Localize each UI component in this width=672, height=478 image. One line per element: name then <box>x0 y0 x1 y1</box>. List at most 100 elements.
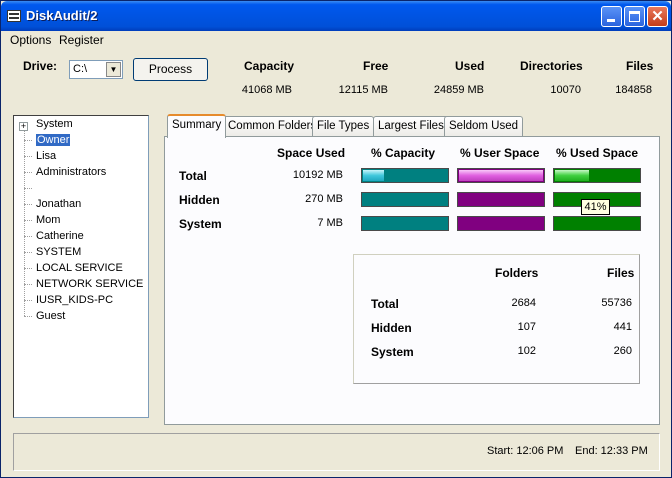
tab-summary[interactable]: Summary <box>167 114 227 138</box>
tree-connector <box>24 284 32 285</box>
tree-connector <box>24 300 32 301</box>
files-header: Files <box>626 59 654 73</box>
drive-label: Drive: <box>23 59 58 73</box>
chevron-down-icon[interactable]: ▼ <box>106 62 121 77</box>
tree-connector <box>24 156 32 157</box>
menu-bar: Options Register <box>1 31 671 49</box>
minimize-icon <box>607 19 615 22</box>
menu-register[interactable]: Register <box>59 33 104 47</box>
capacity-bar-hidden <box>361 192 449 207</box>
free-value: 12115 MB <box>338 84 388 96</box>
tree-item-administrators[interactable]: Administrators <box>36 166 106 178</box>
app-icon <box>7 10 21 22</box>
maximize-button[interactable] <box>624 6 645 27</box>
tree-item-label: SYSTEM <box>36 246 82 258</box>
row-label-system: System <box>179 217 222 231</box>
tree-connector <box>24 236 32 237</box>
start-time: Start: 12:06 PM <box>487 445 564 457</box>
tree-connector <box>24 204 32 205</box>
tree-connector <box>24 220 32 221</box>
tree-item-network-service[interactable]: NETWORK SERVICE <box>36 278 143 290</box>
drive-select[interactable]: C:\ ▼ <box>69 60 123 79</box>
user-space-fill-total <box>459 170 543 181</box>
drive-value: C:\ <box>73 63 88 75</box>
app-window: DiskAudit/2 ✕ Options Register Drive: C:… <box>0 0 672 478</box>
files-system: 260 <box>613 345 632 357</box>
tree-item-iusr[interactable]: IUSR_KIDS-PC <box>36 294 113 306</box>
tree-item-lisa[interactable]: Lisa <box>36 150 56 162</box>
window-title: DiskAudit/2 <box>26 8 98 23</box>
user-tree[interactable]: + System Owner Lisa Administrators Jonat… <box>13 115 149 418</box>
end-time: End: 12:33 PM <box>575 445 648 457</box>
title-bar[interactable]: DiskAudit/2 ✕ <box>1 1 671 31</box>
tree-connector <box>24 188 32 189</box>
folders-total: 2684 <box>511 297 536 309</box>
capacity-pct-header: % Capacity <box>371 146 436 160</box>
row-label-hidden: Hidden <box>179 193 220 207</box>
tree-item-label: LOCAL SERVICE <box>36 262 123 274</box>
directories-value: 10070 <box>550 84 581 96</box>
user-space-header: % User Space <box>460 146 540 160</box>
tab-seldom-used[interactable]: Seldom Used <box>444 116 524 137</box>
tab-file-types[interactable]: File Types <box>312 116 375 137</box>
row-label-total: Total <box>179 169 207 183</box>
used-space-header: % Used Space <box>556 146 639 160</box>
space-hidden: 270 MB <box>305 193 343 205</box>
tree-connector <box>24 172 32 173</box>
status-bar: Start: 12:06 PM End: 12:33 PM <box>13 433 660 471</box>
tree-item-label: Administrators <box>36 166 107 178</box>
menu-options[interactable]: Options <box>10 33 51 47</box>
folders-hidden: 107 <box>517 321 536 333</box>
capacity-fill-total <box>363 170 384 181</box>
tree-connector <box>24 268 32 269</box>
used-space-fill-total <box>555 170 589 181</box>
tree-item-catherine[interactable]: Catherine <box>36 230 84 242</box>
tree-item-label: Guest <box>36 310 66 322</box>
tree-connector <box>24 316 32 317</box>
space-used-header: Space Used <box>277 146 346 160</box>
user-space-bar-total <box>457 168 545 183</box>
tree-item-label: IUSR_KIDS-PC <box>36 294 114 306</box>
tree-item-label: Catherine <box>36 230 84 242</box>
close-icon: ✕ <box>651 8 664 25</box>
used-value: 24859 MB <box>433 84 484 96</box>
tree-item-system[interactable]: System <box>36 118 73 130</box>
maximize-icon <box>629 11 640 22</box>
tree-item-guest[interactable]: Guest <box>36 310 65 322</box>
capacity-bar-system <box>361 216 449 231</box>
tree-item-label: Jonathan <box>36 198 82 210</box>
minimize-button[interactable] <box>601 6 622 27</box>
files-hidden: 441 <box>613 321 632 333</box>
percent-tooltip: 41% <box>581 199 610 215</box>
folders-label-total: Total <box>371 297 399 311</box>
process-button[interactable]: Process <box>133 58 208 81</box>
capacity-value: 41068 MB <box>241 84 292 96</box>
tree-item-jonathan[interactable]: Jonathan <box>36 198 81 210</box>
folders-system: 102 <box>517 345 536 357</box>
used-space-bar-system <box>553 216 641 231</box>
space-system: 7 MB <box>317 217 343 229</box>
folders-label-hidden: Hidden <box>371 321 412 335</box>
used-space-bar-total <box>553 168 641 183</box>
free-header: Free <box>363 59 389 73</box>
folders-label-system: System <box>371 345 414 359</box>
tree-item-label: NETWORK SERVICE <box>36 278 144 290</box>
tree-item-label: Lisa <box>36 150 57 162</box>
capacity-bar-total <box>361 168 449 183</box>
tree-item-mom[interactable]: Mom <box>36 214 60 226</box>
expand-icon[interactable]: + <box>19 122 28 131</box>
tab-largest-files[interactable]: Largest Files <box>373 116 449 137</box>
used-header: Used <box>455 59 485 73</box>
files-total: 55736 <box>601 297 632 309</box>
tab-common-folders[interactable]: Common Folders <box>223 116 322 137</box>
folders-header: Folders <box>495 266 539 280</box>
directories-header: Directories <box>520 59 583 73</box>
tree-item-system-account[interactable]: SYSTEM <box>36 246 81 258</box>
tree-item-local-service[interactable]: LOCAL SERVICE <box>36 262 123 274</box>
tree-item-owner[interactable]: Owner <box>34 133 72 147</box>
user-space-bar-system <box>457 216 545 231</box>
close-button[interactable]: ✕ <box>647 6 668 27</box>
tree-connector <box>24 252 32 253</box>
files-value: 184858 <box>615 84 652 96</box>
tree-item-label: Owner <box>34 133 72 147</box>
